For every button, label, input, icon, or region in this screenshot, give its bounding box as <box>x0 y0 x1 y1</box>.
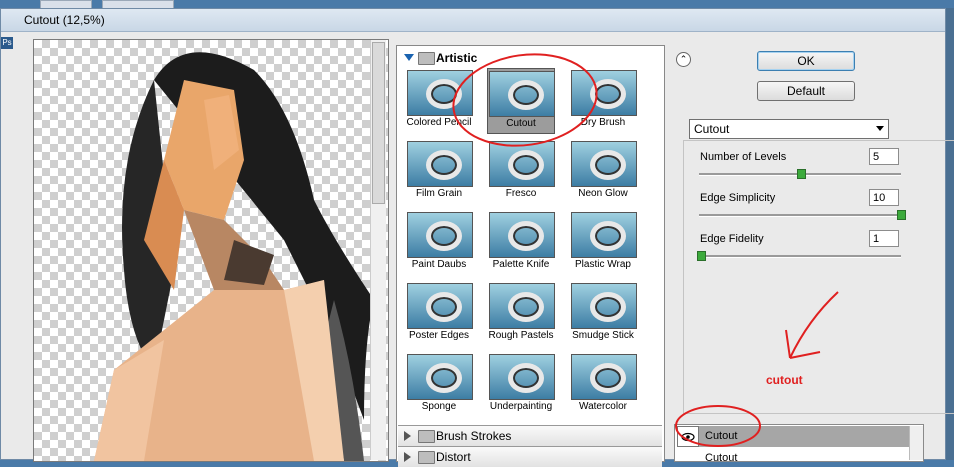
annotation-label: cutout <box>766 373 803 387</box>
highlight-circle <box>452 53 598 147</box>
arrow-icon <box>785 291 839 359</box>
highlight-circle <box>675 405 761 447</box>
annotation-overlay <box>452 53 839 447</box>
